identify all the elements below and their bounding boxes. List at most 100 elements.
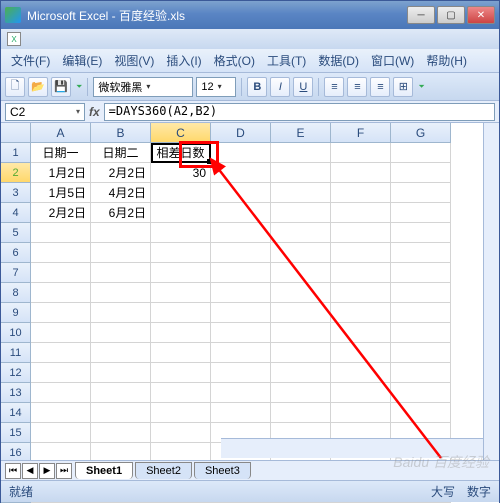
cell-B5[interactable]	[91, 223, 151, 243]
cell-B2[interactable]: 2月2日	[91, 163, 151, 183]
cell-C15[interactable]	[151, 423, 211, 443]
cell-B9[interactable]	[91, 303, 151, 323]
cell-F13[interactable]	[331, 383, 391, 403]
cell-C12[interactable]	[151, 363, 211, 383]
tab-nav-prev[interactable]: ◀	[22, 463, 38, 479]
align-left-button[interactable]: ≡	[324, 77, 344, 97]
cell-D13[interactable]	[211, 383, 271, 403]
cell-C13[interactable]	[151, 383, 211, 403]
menu-insert[interactable]: 插入(I)	[160, 50, 207, 71]
toolbar-overflow-icon[interactable]: ⏷	[418, 82, 424, 92]
cell-A8[interactable]	[31, 283, 91, 303]
cell-E6[interactable]	[271, 243, 331, 263]
menu-view[interactable]: 视图(V)	[108, 50, 160, 71]
row-header-3[interactable]: 3	[1, 183, 31, 203]
tab-sheet3[interactable]: Sheet3	[194, 462, 251, 479]
menu-help[interactable]: 帮助(H)	[420, 50, 473, 71]
cell-A12[interactable]	[31, 363, 91, 383]
cell-D8[interactable]	[211, 283, 271, 303]
cell-D1[interactable]	[211, 143, 271, 163]
cell-B12[interactable]	[91, 363, 151, 383]
cell-F12[interactable]	[331, 363, 391, 383]
row-header-8[interactable]: 8	[1, 283, 31, 303]
cell-C1[interactable]: 相差日数	[151, 143, 211, 163]
cell-C3[interactable]	[151, 183, 211, 203]
cell-A6[interactable]	[31, 243, 91, 263]
menu-data[interactable]: 数据(D)	[312, 50, 365, 71]
cell-G11[interactable]	[391, 343, 451, 363]
cell-E14[interactable]	[271, 403, 331, 423]
row-header-14[interactable]: 14	[1, 403, 31, 423]
cell-E2[interactable]	[271, 163, 331, 183]
menu-file[interactable]: 文件(F)	[5, 50, 56, 71]
cell-F5[interactable]	[331, 223, 391, 243]
cell-C5[interactable]	[151, 223, 211, 243]
col-header-D[interactable]: D	[211, 123, 271, 143]
cell-B15[interactable]	[91, 423, 151, 443]
bold-button[interactable]: B	[247, 77, 267, 97]
cell-F4[interactable]	[331, 203, 391, 223]
select-all-corner[interactable]	[1, 123, 31, 143]
font-combo[interactable]: 微软雅黑 ▾	[93, 77, 193, 97]
row-header-7[interactable]: 7	[1, 263, 31, 283]
cell-D9[interactable]	[211, 303, 271, 323]
cell-F2[interactable]	[331, 163, 391, 183]
vertical-scrollbar[interactable]	[483, 123, 499, 460]
cell-D12[interactable]	[211, 363, 271, 383]
cell-G8[interactable]	[391, 283, 451, 303]
cell-F1[interactable]	[331, 143, 391, 163]
maximize-button[interactable]: ▢	[437, 6, 465, 24]
toolbar-overflow-icon[interactable]: ⏷	[76, 82, 82, 92]
cell-E12[interactable]	[271, 363, 331, 383]
menu-window[interactable]: 窗口(W)	[365, 50, 420, 71]
cell-G7[interactable]	[391, 263, 451, 283]
cell-B14[interactable]	[91, 403, 151, 423]
cell-G12[interactable]	[391, 363, 451, 383]
cell-E4[interactable]	[271, 203, 331, 223]
col-header-A[interactable]: A	[31, 123, 91, 143]
cell-B10[interactable]	[91, 323, 151, 343]
cell-D11[interactable]	[211, 343, 271, 363]
cell-B1[interactable]: 日期二	[91, 143, 151, 163]
cell-B7[interactable]	[91, 263, 151, 283]
merge-button[interactable]: ⊞	[393, 77, 413, 97]
cell-A3[interactable]: 1月5日	[31, 183, 91, 203]
cell-A14[interactable]	[31, 403, 91, 423]
cell-E11[interactable]	[271, 343, 331, 363]
col-header-C[interactable]: C	[151, 123, 211, 143]
cell-G4[interactable]	[391, 203, 451, 223]
align-right-button[interactable]: ≡	[370, 77, 390, 97]
cell-E7[interactable]	[271, 263, 331, 283]
row-header-4[interactable]: 4	[1, 203, 31, 223]
tab-sheet1[interactable]: Sheet1	[75, 462, 133, 479]
cell-C6[interactable]	[151, 243, 211, 263]
col-header-F[interactable]: F	[331, 123, 391, 143]
cell-D3[interactable]	[211, 183, 271, 203]
cell-G6[interactable]	[391, 243, 451, 263]
row-header-10[interactable]: 10	[1, 323, 31, 343]
cell-C7[interactable]	[151, 263, 211, 283]
cell-B3[interactable]: 4月2日	[91, 183, 151, 203]
cell-D10[interactable]	[211, 323, 271, 343]
cell-F11[interactable]	[331, 343, 391, 363]
cell-C8[interactable]	[151, 283, 211, 303]
cell-A2[interactable]: 1月2日	[31, 163, 91, 183]
formula-input[interactable]: =DAYS360(A2,B2)	[104, 103, 495, 121]
cell-A11[interactable]	[31, 343, 91, 363]
save-button[interactable]: 💾	[51, 77, 71, 97]
col-header-G[interactable]: G	[391, 123, 451, 143]
cell-E9[interactable]	[271, 303, 331, 323]
cell-G9[interactable]	[391, 303, 451, 323]
tab-nav-first[interactable]: ⏮	[5, 463, 21, 479]
cell-G10[interactable]	[391, 323, 451, 343]
cell-F10[interactable]	[331, 323, 391, 343]
cell-F7[interactable]	[331, 263, 391, 283]
cell-C9[interactable]	[151, 303, 211, 323]
row-header-12[interactable]: 12	[1, 363, 31, 383]
row-header-2[interactable]: 2	[1, 163, 31, 183]
close-button[interactable]: ✕	[467, 6, 495, 24]
cell-A13[interactable]	[31, 383, 91, 403]
cell-E13[interactable]	[271, 383, 331, 403]
minimize-button[interactable]: ─	[407, 6, 435, 24]
row-header-9[interactable]: 9	[1, 303, 31, 323]
